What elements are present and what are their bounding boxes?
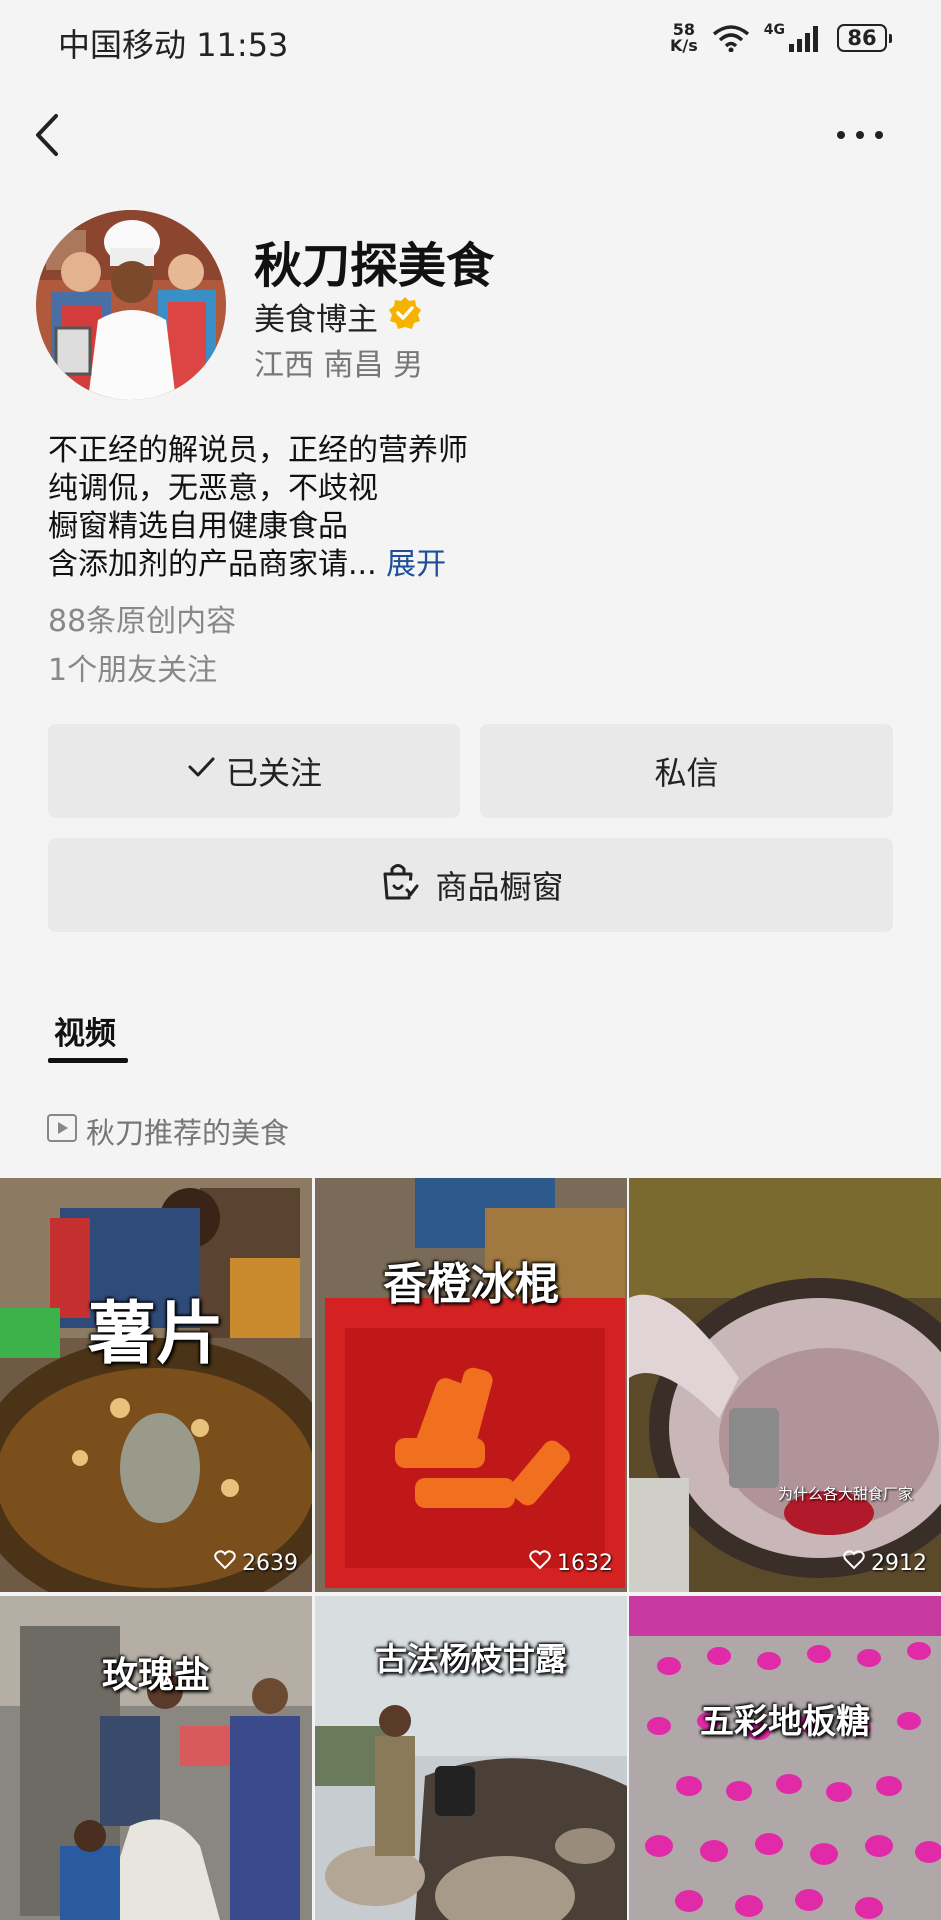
check-icon xyxy=(186,752,216,790)
heart-icon xyxy=(843,1550,865,1576)
signal-icon xyxy=(789,24,823,52)
chevron-left-icon xyxy=(36,114,58,156)
video-tile[interactable]: 古法杨枝甘露 xyxy=(315,1596,627,1920)
video-tile[interactable]: 薯片 2639 xyxy=(0,1178,312,1592)
clock-time: 11:53 xyxy=(196,26,289,64)
more-dots-icon xyxy=(837,131,883,139)
more-button[interactable] xyxy=(835,118,885,152)
bio-line: 橱窗精选自用健康食品 xyxy=(48,509,348,544)
video-caption: 为什么各大甜食厂家 xyxy=(777,1485,913,1503)
status-carrier-time: 中国移动 11:53 xyxy=(58,20,288,66)
original-count: 88条原创内容 xyxy=(48,604,237,639)
video-title: 古法杨枝甘露 xyxy=(374,1640,567,1678)
friends-following[interactable]: 1个朋友关注 xyxy=(48,645,217,689)
follow-button-label: 已关注 xyxy=(225,754,322,792)
verified-badge-icon xyxy=(388,296,422,338)
bio-line: 含添加剂的产品商家请... xyxy=(48,547,377,582)
status-indicators: 58 K/s 4G 86 xyxy=(670,22,892,54)
likes-count: 2639 xyxy=(242,1550,298,1576)
net-speed: 58 K/s xyxy=(670,22,698,54)
avatar-image xyxy=(36,210,226,400)
shopping-bag-icon xyxy=(377,860,419,910)
net-speed-unit: K/s xyxy=(670,36,698,55)
heart-icon xyxy=(529,1550,551,1576)
profile-bio: 不正经的解说员，正经的营养师 纯调侃，无恶意，不歧视 橱窗精选自用健康食品 含添… xyxy=(48,432,468,584)
shop-window-label: 商品橱窗 xyxy=(435,868,564,906)
video-thumbnail xyxy=(0,1178,312,1592)
wifi-icon xyxy=(712,24,750,52)
video-thumbnail xyxy=(315,1178,627,1592)
video-tile[interactable]: 香橙冰棍 1632 xyxy=(315,1178,627,1592)
status-bar: 中国移动 11:53 58 K/s 4G 86 xyxy=(0,0,941,80)
video-tile[interactable]: 为什么各大甜食厂家 2912 xyxy=(629,1178,941,1592)
video-likes: 1632 xyxy=(529,1550,613,1576)
collection-label: 秋刀推荐的美食 xyxy=(86,1116,290,1150)
message-button[interactable]: 私信 xyxy=(480,724,893,818)
video-title: 香橙冰棍 xyxy=(383,1259,559,1310)
profile-tag: 美食博主 xyxy=(254,294,422,339)
network-type: 4G xyxy=(763,22,785,38)
video-tile[interactable]: 五彩地板糖 xyxy=(629,1596,941,1920)
bio-line: 纯调侃，无恶意，不歧视 xyxy=(48,471,378,506)
tab-video[interactable]: 视频 xyxy=(54,1008,116,1053)
avatar[interactable] xyxy=(36,210,226,400)
bio-line: 不正经的解说员，正经的营养师 xyxy=(48,433,468,468)
shop-window-button[interactable]: 商品橱窗 xyxy=(48,838,893,932)
video-title: 五彩地板糖 xyxy=(700,1702,870,1742)
battery-indicator: 86 xyxy=(837,24,892,52)
bio-line-last: 含添加剂的产品商家请... 展开 xyxy=(48,546,468,584)
video-likes: 2639 xyxy=(214,1550,298,1576)
video-title: 薯片 xyxy=(87,1295,224,1374)
message-button-label: 私信 xyxy=(654,754,719,792)
profile-name: 秋刀探美食 xyxy=(254,238,495,294)
carrier-name: 中国移动 xyxy=(58,26,187,64)
profile-tag-label: 美食博主 xyxy=(254,302,378,338)
follow-button[interactable]: 已关注 xyxy=(48,724,460,818)
video-thumbnail xyxy=(629,1178,941,1592)
heart-icon xyxy=(214,1550,236,1576)
video-thumbnail xyxy=(629,1596,941,1920)
likes-count: 2912 xyxy=(871,1550,927,1576)
bio-expand-link[interactable]: 展开 xyxy=(386,547,446,582)
back-button[interactable] xyxy=(30,110,70,160)
video-tile[interactable]: 玫瑰盐 xyxy=(0,1596,312,1920)
video-thumbnail xyxy=(0,1596,312,1920)
video-title: 玫瑰盐 xyxy=(101,1655,210,1696)
collection-link[interactable]: 秋刀推荐的美食 xyxy=(46,1110,289,1152)
video-likes: 2912 xyxy=(843,1550,927,1576)
profile-location: 江西 南昌 男 xyxy=(254,348,424,383)
play-icon xyxy=(46,1112,78,1151)
likes-count: 1632 xyxy=(557,1550,613,1576)
tab-active-indicator xyxy=(48,1058,128,1063)
